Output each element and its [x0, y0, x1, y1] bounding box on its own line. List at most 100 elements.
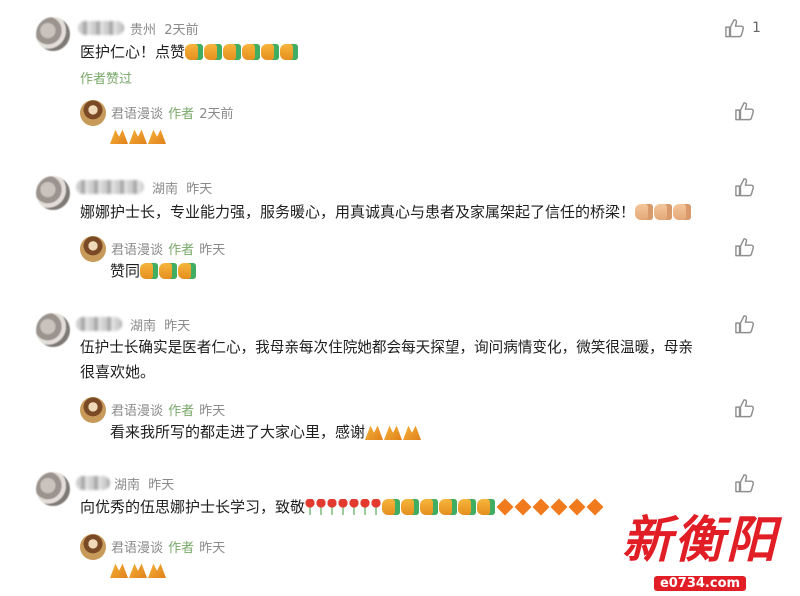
commenter-name[interactable]	[76, 476, 110, 490]
thumbs-up-emoji	[673, 204, 692, 220]
author-avatar[interactable]	[80, 534, 106, 560]
thumbs-up-emoji	[458, 499, 477, 515]
thumbs-up-emoji	[439, 499, 458, 515]
author-tag: 作者	[168, 243, 195, 258]
comment-meta: 湖南 昨天	[152, 178, 212, 197]
author-tag: 作者	[168, 107, 195, 122]
thumbs-up-icon[interactable]	[734, 398, 756, 418]
reply-meta: 君语漫谈 作者 2天前	[111, 103, 234, 122]
author-name[interactable]: 君语漫谈	[111, 243, 163, 258]
commenter-avatar[interactable]	[36, 313, 70, 347]
thumbs-up-emoji	[223, 44, 242, 60]
thumbs-up-emoji	[635, 204, 654, 220]
thumbs-up-icon	[725, 19, 745, 38]
orange-diamond-emoji	[586, 498, 604, 516]
comment-location: 湖南	[130, 319, 157, 334]
orange-diamond-emoji	[532, 498, 550, 516]
pray-emoji	[148, 563, 166, 578]
author-avatar[interactable]	[80, 397, 106, 423]
author-name[interactable]: 君语漫谈	[111, 404, 163, 419]
author-avatar[interactable]	[80, 100, 106, 126]
comment-text-body: 向优秀的伍思娜护士长学习，致敬	[80, 498, 306, 516]
comment-text-body: 娜娜护士长，专业能力强，服务暖心，用真诚真心与患者及家属架起了信任的桥梁！	[80, 203, 636, 221]
reply-text: 赞同	[110, 259, 197, 283]
reply-text-body: 看来我所写的都走进了大家心里，感谢	[110, 423, 366, 441]
rose-emoji	[305, 499, 316, 515]
comment-text: 娜娜护士长，专业能力强，服务暖心，用真诚真心与患者及家属架起了信任的桥梁！	[80, 200, 692, 224]
comment-location: 湖南	[114, 478, 141, 493]
pray-emoji	[148, 129, 166, 144]
rose-emoji	[338, 499, 349, 515]
pray-emoji	[129, 129, 147, 144]
author-name[interactable]: 君语漫谈	[111, 107, 163, 122]
reply-text-body: 赞同	[110, 262, 141, 280]
commenter-avatar[interactable]	[36, 17, 70, 51]
thumbs-up-emoji	[382, 499, 401, 515]
comment-time: 2天前	[164, 23, 199, 38]
reply-time: 昨天	[199, 243, 226, 258]
like-count: 1	[752, 20, 761, 36]
author-tag: 作者	[168, 404, 195, 419]
thumbs-up-emoji	[185, 44, 204, 60]
comment-location: 贵州	[130, 23, 157, 38]
commenter-avatar[interactable]	[36, 176, 70, 210]
reply-meta: 君语漫谈 作者 昨天	[111, 537, 225, 556]
comment-time: 昨天	[186, 182, 213, 197]
comment-time: 昨天	[164, 319, 191, 334]
thumbs-up-icon[interactable]	[734, 473, 756, 493]
commenter-name[interactable]	[76, 180, 144, 194]
comment-text: 伍护士长确实是医者仁心，我母亲每次住院她都会每天探望，询问病情变化，微笑很温暖，…	[80, 336, 770, 384]
thumbs-up-emoji	[178, 263, 197, 279]
thumbs-up-icon[interactable]	[734, 177, 756, 197]
reply-time: 昨天	[199, 541, 226, 556]
reply-text	[110, 124, 167, 148]
author-tag: 作者	[168, 541, 195, 556]
orange-diamond-emoji	[550, 498, 568, 516]
comment-text: 医护仁心！点赞	[80, 40, 299, 64]
comment-text-body: 医护仁心！点赞	[80, 43, 186, 61]
rose-emoji	[371, 499, 382, 515]
thumbs-up-icon[interactable]	[734, 314, 756, 334]
author-name[interactable]: 君语漫谈	[111, 541, 163, 556]
watermark-logo: 新衡阳 e0734.com	[612, 500, 788, 591]
comment-location: 湖南	[152, 182, 179, 197]
thumbs-up-emoji	[401, 499, 420, 515]
thumbs-up-emoji	[280, 44, 299, 60]
comment-time: 昨天	[148, 478, 175, 493]
comment-meta: 湖南 昨天	[114, 474, 174, 493]
orange-diamond-emoji	[514, 498, 532, 516]
thumbs-up-emoji	[204, 44, 223, 60]
watermark-url: e0734.com	[653, 576, 747, 591]
thumbs-up-icon[interactable]	[734, 237, 756, 257]
pray-emoji	[110, 563, 128, 578]
comment-text: 向优秀的伍思娜护士长学习，致敬	[80, 495, 604, 519]
commenter-avatar[interactable]	[36, 472, 70, 506]
author-avatar[interactable]	[80, 236, 106, 262]
comment-text-line: 伍护士长确实是医者仁心，我母亲每次住院她都会每天探望，询问病情变化，微笑很温暖，…	[80, 339, 693, 356]
comment-meta: 贵州 2天前	[130, 19, 199, 38]
reply-meta: 君语漫谈 作者 昨天	[111, 239, 225, 258]
pray-emoji	[129, 563, 147, 578]
pray-emoji	[403, 425, 422, 440]
thumbs-up-emoji	[159, 263, 178, 279]
commenter-name[interactable]	[76, 317, 122, 331]
comment-meta: 湖南 昨天	[130, 315, 190, 334]
like-button[interactable]: 1	[724, 18, 761, 38]
orange-diamond-emoji	[496, 498, 514, 516]
commenter-name[interactable]	[78, 21, 124, 35]
thumbs-up-icon[interactable]	[734, 101, 756, 121]
watermark-title: 新衡阳	[622, 511, 778, 569]
reply-time: 昨天	[199, 404, 226, 419]
reply-time: 2天前	[199, 107, 234, 122]
pray-emoji	[384, 425, 403, 440]
thumbs-up-emoji	[242, 44, 261, 60]
reply-meta: 君语漫谈 作者 昨天	[111, 400, 225, 419]
comment-text-line: 很喜欢她。	[80, 363, 156, 381]
thumbs-up-emoji	[477, 499, 496, 515]
rose-emoji	[327, 499, 338, 515]
rose-emoji	[349, 499, 360, 515]
rose-emoji	[360, 499, 371, 515]
reply-text: 看来我所写的都走进了大家心里，感谢	[110, 420, 422, 444]
orange-diamond-emoji	[568, 498, 586, 516]
pray-emoji	[110, 129, 128, 144]
